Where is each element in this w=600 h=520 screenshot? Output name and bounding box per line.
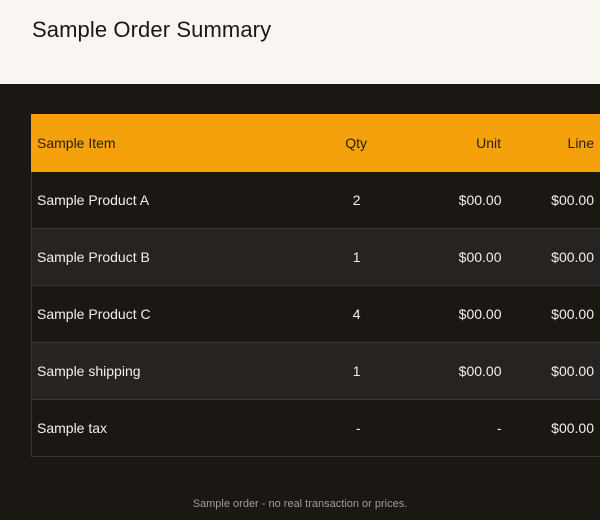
unit-price-cell: $00.00: [380, 228, 512, 286]
main-content: Sample Item Qty Unit Line Sample Product…: [0, 84, 600, 520]
column-header-unit: Unit: [380, 114, 512, 172]
item-cell: Sample Product B: [31, 228, 295, 286]
page-header: Sample Order Summary: [0, 0, 600, 84]
unit-price-cell: $00.00: [380, 342, 512, 400]
line-total-cell: $00.00: [511, 285, 600, 343]
qty-cell: -: [294, 399, 381, 457]
footer-disclaimer: Sample order - no real transaction or pr…: [192, 498, 408, 510]
table-row: Sample shipping 1 $00.00 $00.00: [31, 342, 600, 400]
unit-price-cell: $00.00: [380, 285, 512, 343]
column-header-line: Line: [511, 114, 600, 172]
line-total-cell: $00.00: [511, 342, 600, 400]
column-header-item: Sample Item: [31, 114, 295, 172]
item-cell: Sample Product A: [31, 171, 295, 229]
line-total-cell: $00.00: [511, 228, 600, 286]
table-row: Sample Product C 4 $00.00 $00.00: [31, 285, 600, 343]
qty-cell: 1: [294, 228, 381, 286]
line-total-cell: $00.00: [511, 399, 600, 457]
order-table: Sample Item Qty Unit Line Sample Product…: [31, 114, 600, 457]
table-header-row: Sample Item Qty Unit Line: [31, 114, 600, 172]
line-total-cell: $00.00: [511, 171, 600, 229]
qty-cell: 4: [294, 285, 381, 343]
unit-price-cell: -: [380, 399, 512, 457]
table-row: Sample Product B 1 $00.00 $00.00: [31, 228, 600, 286]
table-row: Sample Product A 2 $00.00 $00.00: [31, 171, 600, 229]
table-row: Sample tax - - $00.00: [31, 399, 600, 457]
qty-cell: 2: [294, 171, 381, 229]
item-cell: Sample Product C: [31, 285, 295, 343]
item-cell: Sample tax: [31, 399, 295, 457]
column-header-qty: Qty: [294, 114, 381, 172]
qty-cell: 1: [294, 342, 381, 400]
item-cell: Sample shipping: [31, 342, 295, 400]
page-title: Sample Order Summary: [32, 17, 272, 42]
unit-price-cell: $00.00: [380, 171, 512, 229]
